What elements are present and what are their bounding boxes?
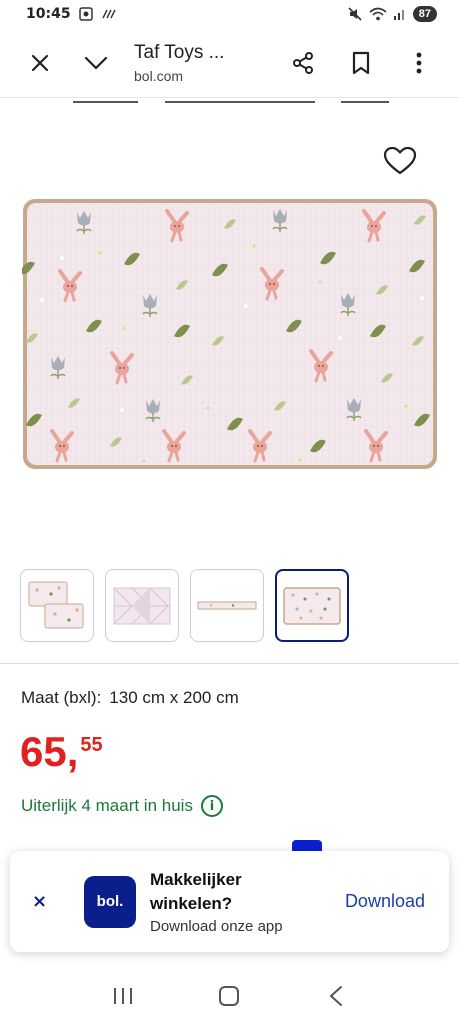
divider: [0, 663, 459, 664]
share-icon: [293, 51, 313, 74]
banner-subtext: Download onze app: [150, 918, 283, 935]
page-title: Taf Toys ...: [134, 41, 225, 63]
thumbnail-2[interactable]: [105, 569, 179, 642]
status-time: 10:45: [26, 6, 71, 22]
thumbnail-4[interactable]: [275, 569, 349, 642]
bookmark-button[interactable]: [339, 41, 383, 85]
size-spec: Maat (bxl): 130 cm x 200 cm: [21, 688, 239, 708]
browser-toolbar: Taf Toys ... bol.com: [0, 28, 459, 98]
back-button[interactable]: [316, 976, 356, 1016]
wifi-icon: [369, 7, 387, 21]
wifi-calling-icon: [101, 9, 116, 19]
status-bar: 10:45 87: [0, 0, 459, 28]
thumbnail-image-2: [113, 587, 171, 624]
product-image[interactable]: [22, 198, 438, 470]
back-icon: [329, 986, 342, 1006]
banner-heading-line1: Makkelijker: [150, 870, 242, 889]
close-icon: [31, 54, 49, 71]
mute-icon: [348, 7, 362, 21]
page-domain: bol.com: [134, 67, 184, 84]
favorite-button[interactable]: [383, 146, 417, 176]
download-app-button[interactable]: Download: [345, 891, 425, 912]
price-cents: 55: [80, 734, 103, 756]
close-banner-button[interactable]: ×: [32, 891, 72, 912]
price: 65, 55: [20, 728, 103, 776]
price-whole: 65,: [20, 728, 79, 775]
recent-apps-button[interactable]: [103, 976, 143, 1016]
bol-logo: bol.: [84, 875, 136, 928]
more-options-button[interactable]: [397, 41, 441, 85]
thumbnail-1[interactable]: [20, 569, 94, 642]
thumbnail-3[interactable]: [190, 569, 264, 642]
size-value: 130 cm x 200 cm: [109, 688, 239, 707]
share-button[interactable]: [281, 41, 325, 85]
section-tabs-underlines: [0, 101, 459, 105]
thumbnail-image-1: [28, 581, 84, 628]
thumbnail-image-3: [197, 601, 257, 609]
more-vert-icon: [416, 52, 422, 73]
thumbnail-strip: [20, 569, 349, 642]
minimize-tab-button[interactable]: [74, 41, 118, 85]
heart-icon: [383, 146, 417, 175]
system-nav-bar: [0, 968, 459, 1024]
thumbnail-image-4: [283, 586, 341, 625]
app-download-banner: × bol. Makkelijker winkelen? Download on…: [10, 851, 449, 952]
signal-icon: [393, 10, 404, 20]
banner-heading-line2: winkelen?: [150, 894, 233, 913]
chevron-down-icon: [84, 56, 108, 70]
home-icon: [219, 986, 240, 1006]
bookmark-icon: [352, 51, 370, 74]
size-label: Maat (bxl):: [21, 688, 102, 707]
info-icon[interactable]: i: [200, 795, 223, 817]
delivery-text: Uiterlijk 4 maart in huis: [21, 796, 193, 815]
screenshot-icon: [78, 7, 93, 21]
delivery-info: Uiterlijk 4 maart in huis i: [21, 795, 223, 817]
page-title-block[interactable]: Taf Toys ... bol.com: [134, 42, 224, 84]
battery-indicator: 87: [412, 6, 437, 22]
recent-apps-icon: [114, 988, 133, 1004]
close-tab-button[interactable]: [18, 41, 62, 85]
home-button[interactable]: [209, 976, 249, 1016]
